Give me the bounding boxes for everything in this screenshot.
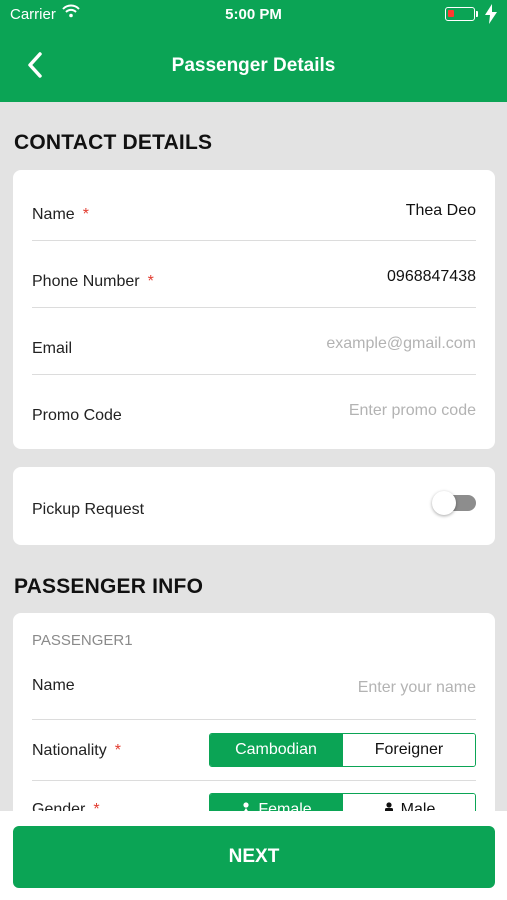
contact-section-title: CONTACT DETAILS: [14, 131, 213, 154]
promo-row[interactable]: Promo Code Enter promo code: [32, 375, 476, 442]
nationality-label: Nationality *: [32, 742, 121, 759]
top-bar: Carrier 5:00 PM Passenger Details: [0, 0, 507, 102]
name-value[interactable]: Thea Deo: [406, 202, 476, 220]
passenger-name-label: Name: [32, 677, 75, 694]
charging-bolt-icon: [485, 4, 497, 28]
phone-value[interactable]: 0968847438: [387, 268, 476, 286]
pickup-label: Pickup Request: [32, 501, 145, 518]
phone-row[interactable]: Phone Number * 0968847438: [32, 241, 476, 308]
status-bar: Carrier 5:00 PM: [0, 0, 507, 28]
pickup-card: Pickup Request: [13, 467, 495, 545]
page-title: Passenger Details: [171, 55, 336, 76]
name-row[interactable]: Name * Thea Deo: [32, 174, 476, 241]
nationality-option-foreigner[interactable]: Foreigner: [342, 734, 475, 766]
passenger-section-title: PASSENGER INFO: [14, 575, 204, 598]
required-mark: *: [82, 206, 89, 223]
email-label: Email: [32, 340, 73, 357]
next-button[interactable]: NEXT: [13, 826, 495, 888]
nationality-option-cambodian[interactable]: Cambodian: [210, 734, 342, 766]
passenger-name-row[interactable]: Name Enter your name: [32, 653, 476, 720]
contact-card: Name * Thea Deo Phone Number * 0968847438 …: [13, 170, 495, 449]
pickup-toggle[interactable]: [432, 491, 476, 515]
battery-icon: [445, 7, 475, 21]
passenger-header: PASSENGER1: [32, 632, 133, 649]
nationality-segmented-control: Cambodian Foreigner: [209, 733, 476, 767]
battery-tip: [476, 11, 478, 17]
toggle-knob: [432, 491, 456, 515]
pickup-row: Pickup Request: [32, 467, 476, 545]
email-row[interactable]: Email example@gmail.com: [32, 308, 476, 375]
name-label: Name *: [32, 206, 89, 223]
required-mark: *: [147, 273, 154, 290]
passenger-name-input[interactable]: Enter your name: [358, 679, 476, 697]
required-mark: *: [114, 742, 121, 759]
promo-label: Promo Code: [32, 407, 122, 424]
status-time: 5:00 PM: [225, 6, 282, 23]
phone-label: Phone Number *: [32, 273, 154, 290]
bottom-bar: NEXT: [0, 811, 507, 900]
nav-bar: Passenger Details: [0, 28, 507, 102]
email-input[interactable]: example@gmail.com: [326, 335, 476, 353]
promo-input[interactable]: Enter promo code: [349, 402, 476, 420]
